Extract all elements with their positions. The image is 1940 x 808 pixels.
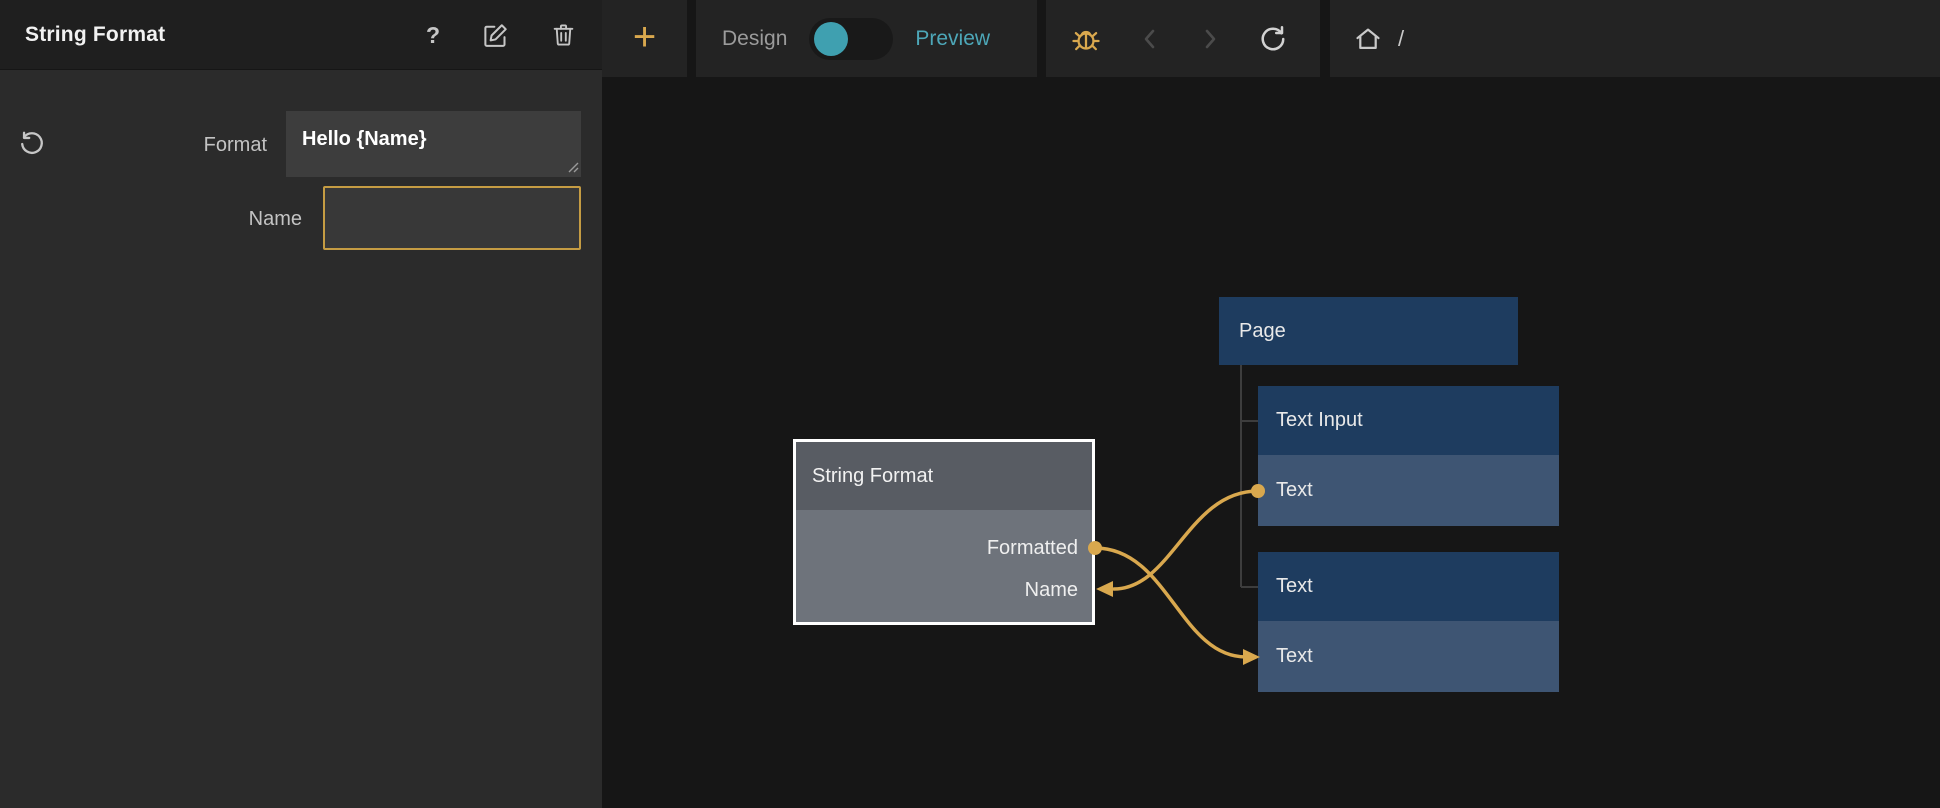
toolbar-add-section: + bbox=[602, 0, 687, 77]
node-text-input-port-text[interactable]: Text bbox=[1258, 455, 1559, 526]
node-text-header: Text bbox=[1258, 552, 1559, 621]
refresh-icon bbox=[1258, 24, 1288, 54]
arrow-into-name-port bbox=[1096, 581, 1113, 597]
refresh-button[interactable] bbox=[1258, 24, 1288, 54]
trash-icon bbox=[551, 22, 576, 48]
design-preview-toggle[interactable] bbox=[809, 18, 893, 60]
properties-sidebar: String Format ? bbox=[0, 0, 602, 808]
edit-icon bbox=[482, 22, 509, 49]
bug-icon bbox=[1070, 23, 1102, 55]
plus-icon: + bbox=[633, 17, 656, 57]
sidebar-header: String Format ? bbox=[0, 0, 602, 70]
node-text-input-header: Text Input bbox=[1258, 386, 1559, 455]
chevron-left-icon bbox=[1138, 24, 1162, 54]
chevron-right-icon bbox=[1198, 24, 1222, 54]
design-mode-label[interactable]: Design bbox=[722, 27, 787, 51]
node-text-input[interactable]: Text Input Text bbox=[1258, 386, 1559, 526]
node-text-port-text[interactable]: Text bbox=[1258, 621, 1559, 692]
breadcrumb-path[interactable]: / bbox=[1398, 26, 1404, 52]
name-input[interactable] bbox=[323, 186, 581, 250]
debug-button[interactable] bbox=[1070, 23, 1102, 55]
sidebar-header-icons: ? bbox=[426, 0, 576, 70]
node-title: String Format bbox=[25, 23, 165, 47]
toggle-knob bbox=[814, 22, 848, 56]
port-name-input[interactable]: Name bbox=[1025, 579, 1078, 602]
name-property-label: Name bbox=[0, 208, 302, 231]
port-formatted-output[interactable]: Formatted bbox=[987, 537, 1078, 560]
delete-button[interactable] bbox=[551, 22, 576, 48]
forward-button[interactable] bbox=[1198, 24, 1222, 54]
node-string-format[interactable]: String Format Formatted Name bbox=[793, 439, 1095, 625]
hierarchy-line bbox=[1241, 365, 1258, 587]
connection-textinput-to-name[interactable] bbox=[1114, 491, 1258, 589]
node-text[interactable]: Text Text bbox=[1258, 552, 1559, 692]
connection-formatted-to-text[interactable] bbox=[1095, 548, 1246, 657]
node-page-title: Page bbox=[1239, 320, 1286, 342]
format-input[interactable]: Hello {Name} bbox=[286, 111, 581, 177]
home-icon bbox=[1354, 25, 1382, 53]
back-button[interactable] bbox=[1138, 24, 1162, 54]
node-page[interactable]: Page bbox=[1219, 297, 1518, 365]
help-button[interactable]: ? bbox=[426, 22, 440, 49]
toolbar-nav-section bbox=[1046, 0, 1320, 77]
format-property-label: Format bbox=[0, 134, 267, 157]
toolbar-path-section: / bbox=[1330, 0, 1940, 77]
add-node-button[interactable]: + bbox=[633, 21, 656, 57]
home-button[interactable] bbox=[1354, 25, 1382, 53]
app-window: String Format ? bbox=[0, 0, 1940, 808]
node-string-format-header: String Format bbox=[796, 442, 1092, 510]
toolbar-mode-section: Design Preview bbox=[696, 0, 1037, 77]
help-icon: ? bbox=[426, 22, 440, 49]
edit-button[interactable] bbox=[482, 22, 509, 49]
preview-mode-label[interactable]: Preview bbox=[915, 27, 990, 51]
